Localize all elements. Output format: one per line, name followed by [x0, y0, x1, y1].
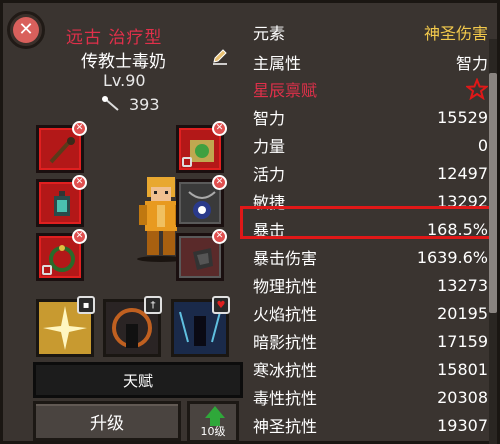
- remove-icon[interactable]: ✕: [212, 229, 227, 244]
- stat-row-main-attr: 主属性 智力: [253, 49, 488, 75]
- skill-holy-light[interactable]: ▪: [36, 296, 95, 357]
- stat-label: 暴击伤害: [253, 249, 318, 268]
- equip-slot-amulet[interactable]: ✕: [176, 175, 227, 227]
- stat-label: 毒性抗性: [253, 389, 318, 408]
- remove-icon[interactable]: ✕: [212, 175, 227, 190]
- upgrade-10-button[interactable]: 10级: [187, 401, 239, 443]
- hero-detail-panel: ✕ 远古 治疗型 传教士毒奶 Lv.90 393 ✕ ✕ ✕ ✕ ✕ ✕ ▪ †…: [0, 0, 500, 444]
- stat-label: 元素: [253, 24, 286, 43]
- stat-label: 主属性: [253, 54, 302, 73]
- stat-row-element: 元素 神圣伤害: [253, 19, 488, 45]
- shield-icon: ▪: [77, 296, 95, 314]
- stat-label: 星辰禀赋: [253, 81, 318, 100]
- scrollbar-thumb[interactable]: [489, 73, 497, 313]
- rune-icon: [193, 248, 213, 270]
- equip-slot-rune[interactable]: ✕: [176, 229, 227, 281]
- crit-highlight: [240, 206, 492, 239]
- hero-summary: 远古 治疗型 传教士毒奶 Lv.90 393 ✕ ✕ ✕ ✕ ✕ ✕ ▪ † ♥…: [31, 3, 243, 444]
- talent-button[interactable]: 天赋: [33, 362, 243, 398]
- stat-value: 15801: [437, 359, 488, 379]
- star-icon[interactable]: [466, 78, 488, 100]
- stat-label: 物理抗性: [253, 277, 318, 296]
- stat-value: 20195: [437, 303, 488, 323]
- hero-power: 393: [129, 95, 160, 114]
- lock-icon: [182, 157, 192, 167]
- amulet-icon: [188, 191, 216, 219]
- skill-dark-aura[interactable]: †: [103, 296, 162, 357]
- staff-icon: [49, 137, 75, 164]
- stat-label: 神圣抗性: [253, 417, 318, 436]
- heart-icon: ♥: [212, 296, 230, 314]
- remove-icon[interactable]: ✕: [72, 175, 87, 190]
- remove-icon[interactable]: ✕: [72, 229, 87, 244]
- pencil-icon[interactable]: [211, 47, 229, 65]
- remove-icon[interactable]: ✕: [212, 121, 227, 136]
- hero-tier: 远古 治疗型: [66, 28, 163, 48]
- stat-value: 0: [477, 135, 488, 155]
- wand-icon: [102, 96, 119, 111]
- stat-value: 智力: [455, 54, 488, 73]
- stat-label: 智力: [253, 109, 286, 128]
- stat-row: 毒性抗性 20308: [253, 384, 488, 410]
- stat-value: 19307: [437, 415, 488, 435]
- stat-label: 力量: [253, 137, 286, 156]
- stat-value: 17159: [437, 331, 488, 351]
- stat-label: 暗影抗性: [253, 333, 318, 352]
- equip-slot-ring[interactable]: ✕: [36, 229, 87, 281]
- upgrade-10-label: 10级: [200, 425, 226, 438]
- stat-value: 神圣伤害: [423, 24, 488, 43]
- equip-slot-scroll[interactable]: ✕: [176, 121, 227, 173]
- equip-slot-staff[interactable]: ✕: [36, 121, 87, 173]
- stat-row: 智力 15529: [253, 104, 488, 130]
- lantern-icon: [54, 191, 70, 216]
- stat-label: 活力: [253, 165, 286, 184]
- hero-level: Lv.90: [103, 71, 146, 90]
- stat-row: 寒冰抗性 15801: [253, 356, 488, 382]
- equip-slot-lantern[interactable]: ✕: [36, 175, 87, 227]
- stat-row: 活力 12497: [253, 160, 488, 186]
- stat-row: 火焰抗性 20195: [253, 300, 488, 326]
- stat-value: 15529: [437, 107, 488, 127]
- stat-value: 13273: [437, 275, 488, 295]
- stat-row: 暗影抗性 17159: [253, 328, 488, 354]
- remove-icon[interactable]: ✕: [72, 121, 87, 136]
- lock-icon: [42, 265, 52, 275]
- stat-row: 物理抗性 13273: [253, 272, 488, 298]
- stat-row-talent[interactable]: 星辰禀赋: [253, 76, 488, 102]
- stat-row: 神圣抗性 19307: [253, 412, 488, 438]
- stat-value: 12497: [437, 163, 488, 183]
- upgrade-button[interactable]: 升级: [33, 401, 181, 441]
- stat-value: 20308: [437, 387, 488, 407]
- skill-summon[interactable]: ♥: [171, 296, 230, 357]
- stat-value: 1639.6%: [416, 247, 488, 267]
- stat-row: 暴击伤害 1639.6%: [253, 244, 488, 270]
- stat-label: 寒冰抗性: [253, 361, 318, 380]
- hero-name: 传教士毒奶: [81, 52, 166, 72]
- stat-row: 力量 0: [253, 132, 488, 158]
- stat-label: 火焰抗性: [253, 305, 318, 324]
- sword-icon: †: [144, 296, 162, 314]
